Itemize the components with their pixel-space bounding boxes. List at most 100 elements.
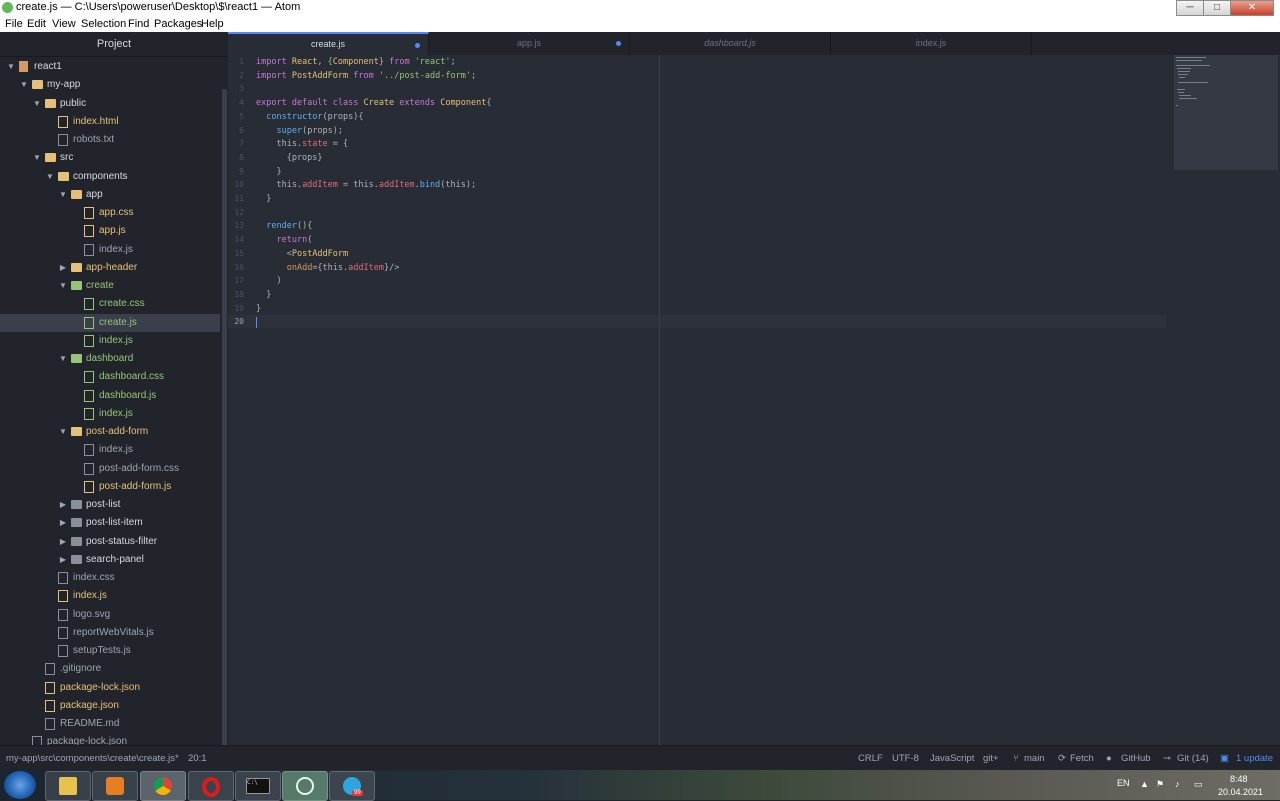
tree-folder[interactable]: ▼ app <box>0 186 220 204</box>
tree-folder[interactable]: ▶ post-list <box>0 496 220 514</box>
menu-find[interactable]: Find <box>128 18 149 30</box>
taskbar-telegram[interactable]: 99 <box>329 771 375 801</box>
close-button[interactable]: ✕ <box>1230 0 1274 16</box>
tree-folder[interactable]: ▶ post-list-item <box>0 514 220 532</box>
tree-folder[interactable]: ▼ my-app <box>0 76 220 94</box>
tree-file[interactable]: package-lock.json <box>0 733 220 745</box>
taskbar-command-prompt[interactable]: C:\ <box>235 771 281 801</box>
chevron-right-icon[interactable]: ▶ <box>58 259 68 277</box>
tree-file[interactable]: .gitignore <box>0 660 220 678</box>
tree-folder[interactable]: ▶ post-status-filter <box>0 533 220 551</box>
maximize-button[interactable]: □ <box>1203 0 1231 16</box>
tree-file[interactable]: create.css <box>0 295 220 313</box>
chevron-right-icon[interactable]: ▶ <box>58 514 68 532</box>
minimap[interactable] <box>1174 55 1278 170</box>
tree-file[interactable]: index.js <box>0 405 220 423</box>
tree-scrollbar[interactable] <box>222 89 227 745</box>
tree-file[interactable]: reportWebVitals.js <box>0 624 220 642</box>
tree-folder[interactable]: ▶ app-header <box>0 259 220 277</box>
chevron-right-icon[interactable]: ▶ <box>58 533 68 551</box>
tree-folder[interactable]: ▼ react1 <box>0 58 220 76</box>
tree-file[interactable]: index.html <box>0 113 220 131</box>
tree-file[interactable]: post-add-form.js <box>0 478 220 496</box>
volume-icon[interactable]: ♪ <box>1175 779 1180 789</box>
chevron-down-icon[interactable]: ▼ <box>32 149 42 167</box>
tree-file[interactable]: setupTests.js <box>0 642 220 660</box>
status-branch[interactable]: main <box>1024 753 1045 764</box>
status-git[interactable]: Git (14) <box>1177 753 1209 764</box>
tree-file[interactable]: index.js <box>0 241 220 259</box>
tab-index-js[interactable]: index.js <box>831 32 1032 55</box>
tree-file[interactable]: app.js <box>0 222 220 240</box>
tree-file[interactable]: package.json <box>0 697 220 715</box>
tree-file[interactable]: post-add-form.css <box>0 460 220 478</box>
tree-file[interactable]: index.js <box>0 332 220 350</box>
chevron-down-icon[interactable]: ▼ <box>58 423 68 441</box>
chevron-down-icon[interactable]: ▼ <box>58 350 68 368</box>
tree-folder[interactable]: ▶ search-panel <box>0 551 220 569</box>
taskbar-file-explorer[interactable] <box>45 771 91 801</box>
start-orb-icon[interactable] <box>4 771 36 799</box>
tree-folder[interactable]: ▼ create <box>0 277 220 295</box>
menu-view[interactable]: View <box>52 18 76 30</box>
tree-folder[interactable]: ▼ post-add-form <box>0 423 220 441</box>
tree-file[interactable]: logo.svg <box>0 606 220 624</box>
taskbar-chrome[interactable] <box>140 771 186 801</box>
tree-file[interactable]: app.css <box>0 204 220 222</box>
menu-packages[interactable]: Packages <box>154 18 202 30</box>
tab-app-js[interactable]: app.js <box>429 32 630 55</box>
clock-time[interactable]: 8:48 <box>1230 774 1248 784</box>
status-update[interactable]: 1 update <box>1236 753 1273 764</box>
tab-create-js[interactable]: create.js <box>228 32 429 55</box>
status-github[interactable]: GitHub <box>1121 753 1151 764</box>
file-icon <box>84 334 94 347</box>
chevron-right-icon[interactable]: ▶ <box>58 496 68 514</box>
minimize-button[interactable]: ─ <box>1176 0 1204 16</box>
status-line-ending[interactable]: CRLF <box>858 753 883 764</box>
status-git-plus[interactable]: git+ <box>983 753 999 764</box>
code-editor[interactable]: 1 2 3 4 5 6 7 8 9 10 11 12 13 14 15 16 17 18 19 20 import R… <box>228 55 1280 745</box>
taskbar-opera[interactable] <box>188 771 234 801</box>
taskbar-media-player[interactable] <box>92 771 138 801</box>
chevron-right-icon[interactable]: ▶ <box>58 551 68 569</box>
status-fetch[interactable]: Fetch <box>1070 753 1094 764</box>
tree-folder[interactable]: ▼ dashboard <box>0 350 220 368</box>
tree-folder[interactable]: ▼ public <box>0 95 220 113</box>
status-file-path[interactable]: my-app\src\components\create\create.js* <box>6 753 179 764</box>
window-titlebar: create.js — C:\Users\poweruser\Desktop\$… <box>0 0 1280 16</box>
tray-expand-icon[interactable]: ▲ <box>1140 779 1149 789</box>
tree-file[interactable]: index.js <box>0 441 220 459</box>
minimap-line <box>1176 65 1210 66</box>
menu-file[interactable]: File <box>5 18 23 30</box>
tree-file[interactable]: index.js <box>0 587 220 605</box>
tree-file[interactable]: README.md <box>0 715 220 733</box>
language-indicator[interactable]: EN <box>1117 778 1130 788</box>
chevron-down-icon[interactable]: ▼ <box>58 186 68 204</box>
taskbar-atom[interactable] <box>282 771 328 801</box>
chevron-down-icon[interactable]: ▼ <box>58 277 68 295</box>
action-center-flag-icon[interactable]: ⚑ <box>1156 779 1164 790</box>
tree-file[interactable]: robots.txt <box>0 131 220 149</box>
status-encoding[interactable]: UTF-8 <box>892 753 919 764</box>
tree-file[interactable]: dashboard.js <box>0 387 220 405</box>
menu-help[interactable]: Help <box>201 18 224 30</box>
tab-dashboard-js[interactable]: dashboard.js <box>630 32 831 55</box>
menu-selection[interactable]: Selection <box>81 18 126 30</box>
tree-file[interactable]: dashboard.css <box>0 368 220 386</box>
chevron-down-icon[interactable]: ▼ <box>19 76 29 94</box>
tree-folder[interactable]: ▼ src <box>0 149 220 167</box>
chevron-down-icon[interactable]: ▼ <box>45 168 55 186</box>
chevron-down-icon[interactable]: ▼ <box>6 58 16 76</box>
file-icon <box>58 645 68 657</box>
modified-dot-icon <box>616 41 621 46</box>
status-cursor-position[interactable]: 20:1 <box>188 753 207 764</box>
menu-edit[interactable]: Edit <box>27 18 46 30</box>
tree-file[interactable]: index.css <box>0 569 220 587</box>
tree-folder[interactable]: ▼ components <box>0 168 220 186</box>
chevron-down-icon[interactable]: ▼ <box>32 95 42 113</box>
clock-date[interactable]: 20.04.2021 <box>1218 787 1263 797</box>
status-grammar[interactable]: JavaScript <box>930 753 974 764</box>
network-icon[interactable]: ▭ <box>1194 779 1203 790</box>
tree-file[interactable]: package-lock.json <box>0 679 220 697</box>
tree-file[interactable]: create.js <box>0 313 220 332</box>
